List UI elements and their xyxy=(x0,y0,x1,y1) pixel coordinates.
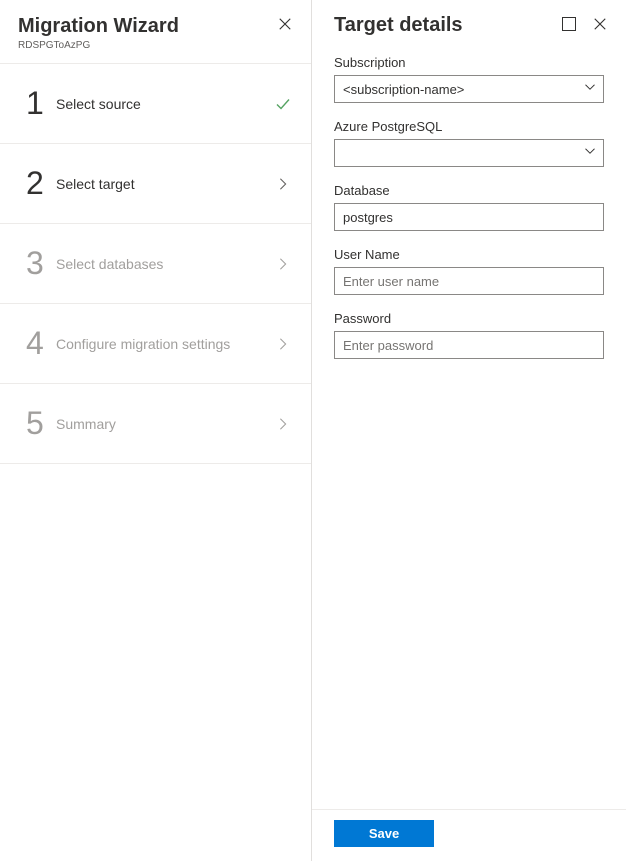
wizard-title: Migration Wizard xyxy=(18,14,179,38)
field-azure-postgresql: Azure PostgreSQL xyxy=(334,119,604,167)
wizard-step-configure-migration-settings[interactable]: 4 Configure migration settings xyxy=(0,304,311,384)
wizard-subtitle: RDSPGToAzPG xyxy=(18,40,179,51)
details-close-button[interactable] xyxy=(590,14,610,34)
field-username: User Name xyxy=(334,247,604,295)
details-body: Subscription Azure PostgreSQL Database xyxy=(312,49,626,809)
step-number: 4 xyxy=(26,325,56,362)
azure-postgresql-label: Azure PostgreSQL xyxy=(334,119,604,134)
step-number: 5 xyxy=(26,405,56,442)
close-icon xyxy=(278,17,292,31)
field-subscription: Subscription xyxy=(334,55,604,103)
field-database: Database xyxy=(334,183,604,231)
subscription-label: Subscription xyxy=(334,55,604,70)
username-input[interactable] xyxy=(334,267,604,295)
details-title: Target details xyxy=(334,14,463,37)
database-label: Database xyxy=(334,183,604,198)
wizard-steps: 1 Select source 2 Select target 3 Select… xyxy=(0,64,311,464)
step-number: 1 xyxy=(26,85,56,122)
chevron-right-icon xyxy=(275,256,291,272)
azure-postgresql-select[interactable] xyxy=(334,139,604,167)
password-label: Password xyxy=(334,311,604,326)
wizard-close-button[interactable] xyxy=(275,14,295,34)
wizard-panel: Migration Wizard RDSPGToAzPG 1 Select so… xyxy=(0,0,312,861)
step-number: 2 xyxy=(26,165,56,202)
chevron-right-icon xyxy=(275,336,291,352)
step-label: Summary xyxy=(56,416,275,432)
wizard-step-select-source[interactable]: 1 Select source xyxy=(0,64,311,144)
details-panel: Target details Subscription Azure Postgr… xyxy=(312,0,626,861)
wizard-step-summary[interactable]: 5 Summary xyxy=(0,384,311,464)
chevron-right-icon xyxy=(275,176,291,192)
step-label: Configure migration settings xyxy=(56,336,275,352)
step-label: Select databases xyxy=(56,256,275,272)
details-footer: Save xyxy=(312,809,626,861)
wizard-header: Migration Wizard RDSPGToAzPG xyxy=(0,0,311,64)
wizard-step-select-target[interactable]: 2 Select target xyxy=(0,144,311,224)
wizard-step-select-databases[interactable]: 3 Select databases xyxy=(0,224,311,304)
step-number: 3 xyxy=(26,245,56,282)
step-label: Select target xyxy=(56,176,275,192)
details-header: Target details xyxy=(312,0,626,49)
subscription-select[interactable] xyxy=(334,75,604,103)
field-password: Password xyxy=(334,311,604,359)
checkmark-icon xyxy=(275,96,291,112)
password-input[interactable] xyxy=(334,331,604,359)
close-icon xyxy=(593,17,607,31)
maximize-button[interactable] xyxy=(562,17,576,31)
save-button[interactable]: Save xyxy=(334,820,434,847)
database-input[interactable] xyxy=(334,203,604,231)
username-label: User Name xyxy=(334,247,604,262)
chevron-right-icon xyxy=(275,416,291,432)
step-label: Select source xyxy=(56,96,275,112)
